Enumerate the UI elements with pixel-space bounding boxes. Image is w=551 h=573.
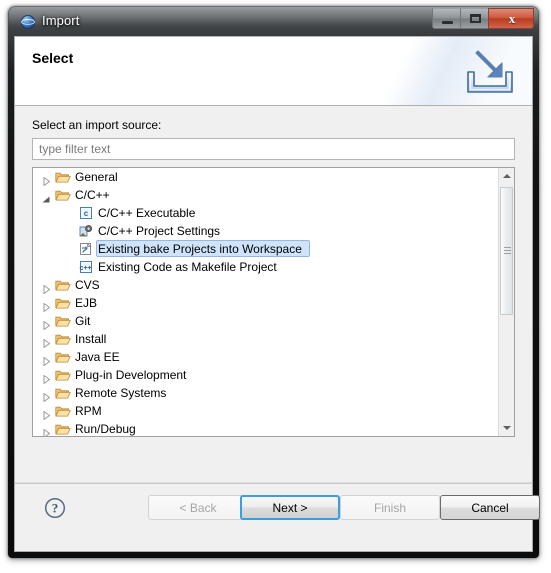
tree-item-label: Run/Debug xyxy=(75,422,136,436)
chevron-right-icon[interactable] xyxy=(42,173,51,187)
tree-item-label: Existing bake Projects into Workspace xyxy=(98,242,302,256)
help-icon[interactable]: ? xyxy=(44,497,66,519)
tree-item-label: RPM xyxy=(75,404,102,418)
tree-item-label: C/C++ xyxy=(75,188,110,202)
tree-item-label: Remote Systems xyxy=(75,386,167,400)
scroll-up-arrow-icon[interactable] xyxy=(499,168,514,185)
chevron-right-icon[interactable] xyxy=(42,317,51,331)
dialog-button-bar: ? < Back Next > Finish Cancel xyxy=(15,482,540,551)
finish-button[interactable]: Finish xyxy=(340,495,440,520)
tree-item-remote-systems[interactable]: Remote Systems xyxy=(33,384,499,403)
import-arrow-into-tray-icon xyxy=(462,46,518,98)
folder-icon xyxy=(55,188,71,202)
page-title: Select xyxy=(32,50,74,66)
window-controls: x xyxy=(432,8,534,30)
tree-item-existing-code-as-makefile-project[interactable]: c++ Existing Code as Makefile Project xyxy=(33,258,499,276)
bake-project-icon xyxy=(78,242,94,256)
tree-rows-container: General C/C++ c C/C++ Executable C/C++ Proje… xyxy=(33,168,499,436)
tree-item-run-debug[interactable]: Run/Debug xyxy=(33,420,499,436)
tree-item-general[interactable]: General xyxy=(33,168,499,187)
tree-item-c-c[interactable]: C/C++ xyxy=(33,186,499,204)
svg-text:?: ? xyxy=(52,501,59,516)
dialog-client-area: Select Select an import source: type fil… xyxy=(14,36,540,552)
filter-input[interactable] xyxy=(32,138,515,160)
tree-item-label: Install xyxy=(75,332,107,346)
cpp-makefile-icon: c++ xyxy=(78,260,94,274)
project-settings-icon xyxy=(78,224,94,238)
tree-item-plug-in-development[interactable]: Plug-in Development xyxy=(33,366,499,385)
scrollbar-thumb[interactable] xyxy=(500,187,513,315)
chevron-right-icon[interactable] xyxy=(42,371,51,385)
tree-item-ejb[interactable]: EJB xyxy=(33,294,499,313)
folder-icon xyxy=(55,350,71,364)
button-bar-separator xyxy=(15,483,532,484)
tree-item-c-c-executable[interactable]: c C/C++ Executable xyxy=(33,204,499,222)
close-icon: x xyxy=(508,11,516,26)
tree-item-c-c-project-settings[interactable]: C/C++ Project Settings xyxy=(33,222,499,240)
folder-icon xyxy=(55,386,71,400)
tree-item-label: EJB xyxy=(75,296,98,310)
cancel-button[interactable]: Cancel xyxy=(440,495,540,520)
minimize-icon xyxy=(442,21,453,24)
tree-item-label: Git xyxy=(75,314,91,328)
chevron-right-icon[interactable] xyxy=(42,281,51,295)
chevron-right-icon[interactable] xyxy=(42,353,51,367)
tree-item-label: CVS xyxy=(75,278,100,292)
tree-item-label: Existing Code as Makefile Project xyxy=(98,260,277,274)
chevron-right-icon[interactable] xyxy=(42,299,51,313)
chevron-right-icon[interactable] xyxy=(42,389,51,403)
folder-icon xyxy=(55,404,71,418)
tree-item-label: General xyxy=(75,170,118,184)
folder-icon xyxy=(55,314,71,328)
eclipse-globe-icon xyxy=(20,14,36,30)
folder-icon xyxy=(55,278,71,292)
import-dialog-window: Import x Select Select an import source:… xyxy=(8,6,540,558)
tree-item-cvs[interactable]: CVS xyxy=(33,276,499,295)
chevron-right-icon[interactable] xyxy=(42,335,51,349)
title-bar[interactable]: Import x xyxy=(8,6,539,38)
next-button[interactable]: Next > xyxy=(240,495,340,520)
tree-item-install[interactable]: Install xyxy=(33,330,499,349)
import-source-label: Select an import source: xyxy=(32,118,162,132)
folder-icon xyxy=(55,422,71,436)
tree-item-label: Plug-in Development xyxy=(75,368,187,382)
tree-item-label: Java EE xyxy=(75,350,120,364)
c-executable-icon: c xyxy=(78,206,94,220)
back-button[interactable]: < Back xyxy=(148,495,248,520)
tree-item-java-ee[interactable]: Java EE xyxy=(33,348,499,367)
tree-item-existing-bake-projects-into-workspace[interactable]: Existing bake Projects into Workspace xyxy=(33,240,499,258)
svg-text:c++: c++ xyxy=(80,265,92,272)
scroll-down-arrow-icon[interactable] xyxy=(499,419,514,436)
close-button[interactable]: x xyxy=(488,8,534,29)
chevron-down-icon[interactable] xyxy=(42,191,51,203)
tree-item-label: C/C++ Project Settings xyxy=(98,224,221,238)
scrollbar-grip-icon xyxy=(504,247,511,254)
chevron-down-icon xyxy=(503,426,511,430)
maximize-icon xyxy=(470,14,481,23)
dialog-body: Select an import source: General C/C++ c C/… xyxy=(15,106,532,482)
chevron-right-icon[interactable] xyxy=(42,407,51,421)
folder-icon xyxy=(55,296,71,310)
import-source-tree[interactable]: General C/C++ c C/C++ Executable C/C++ Proje… xyxy=(32,167,515,437)
folder-icon xyxy=(55,332,71,346)
tree-item-git[interactable]: Git xyxy=(33,312,499,331)
tree-item-rpm[interactable]: RPM xyxy=(33,402,499,421)
folder-icon xyxy=(55,368,71,382)
chevron-up-icon xyxy=(503,174,511,178)
minimize-button[interactable] xyxy=(432,8,461,29)
folder-icon xyxy=(55,170,71,184)
maximize-button[interactable] xyxy=(460,8,489,29)
window-title: Import xyxy=(42,13,80,28)
svg-text:c: c xyxy=(84,209,89,218)
tree-vertical-scrollbar[interactable] xyxy=(498,168,514,436)
tree-item-label: C/C++ Executable xyxy=(98,206,196,220)
wizard-banner: Select xyxy=(15,37,532,106)
chevron-right-icon[interactable] xyxy=(42,425,51,436)
